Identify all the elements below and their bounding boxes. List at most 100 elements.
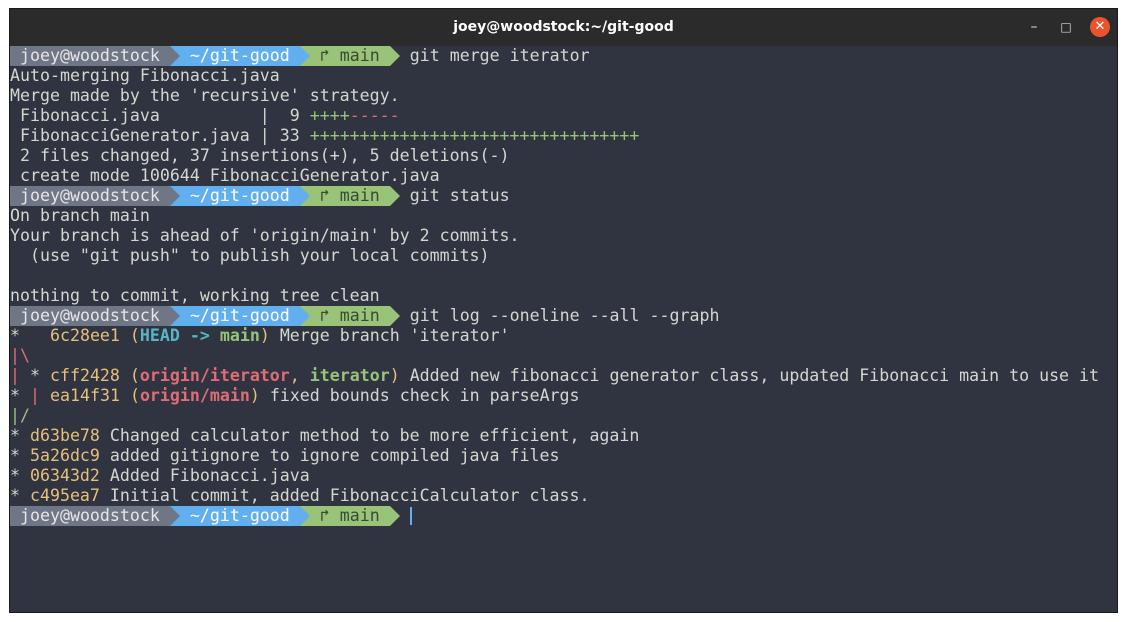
prompt-line: joey@woodstock ~/git-good ↱ main [10, 506, 1117, 526]
ref-remote: origin/main [139, 386, 250, 405]
prompt-separator-icon [169, 46, 180, 66]
prompt-branch: ↱ main [309, 506, 390, 526]
prompt-separator-icon [299, 46, 310, 66]
ref-paren: ) [249, 386, 260, 405]
prompt-user: joey@woodstock [10, 186, 170, 206]
prompt-user-text: joey@woodstock [20, 306, 160, 325]
output-line: On branch main [10, 206, 150, 225]
commit-message: Initial commit, added FibonacciCalculato… [99, 486, 590, 505]
prompt-dir: ~/git-good [179, 306, 300, 326]
ref-paren: ) [259, 326, 270, 345]
git-branch-icon: ↱ [319, 506, 330, 525]
ref-branch: main [219, 326, 260, 345]
diffstat-file: FibonacciGenerator.java | 33 [10, 126, 310, 145]
prompt-dir: ~/git-good [179, 46, 300, 66]
graph-edge: \ [20, 346, 30, 365]
graph-line: |\ [10, 346, 1117, 366]
minimize-button[interactable]: – [1024, 17, 1044, 37]
diffstat-file: Fibonacci.java | 9 [10, 106, 310, 125]
title-bar[interactable]: joey@woodstock:~/git-good – □ ✕ [10, 9, 1117, 46]
log-line: | * cff2428 (origin/iterator, iterator) … [10, 366, 1117, 386]
commit-message: Changed calculator method to be more eff… [99, 426, 640, 445]
diffstat-deletions: ----- [349, 106, 400, 125]
prompt-branch-text: main [339, 306, 380, 325]
commit-hash: 06343d2 [29, 466, 100, 485]
prompt-separator-icon [169, 186, 180, 206]
graph-edge: | [30, 386, 40, 405]
prompt-separator-icon [299, 306, 310, 326]
prompt-user-text: joey@woodstock [20, 46, 160, 65]
prompt-separator-icon [299, 506, 310, 526]
ref-paren: ( [129, 366, 140, 385]
maximize-button[interactable]: □ [1056, 17, 1076, 37]
prompt-dir-text: ~/git-good [189, 306, 290, 325]
commit-message: Added Fibonacci.java [99, 466, 310, 485]
prompt-user: joey@woodstock [10, 46, 170, 66]
commit-hash: c495ea7 [29, 486, 100, 505]
diffstat-line: FibonacciGenerator.java | 33 +++++++++++… [10, 126, 1117, 146]
prompt-separator-icon [169, 306, 180, 326]
prompt-branch: ↱ main [309, 46, 390, 66]
ref-branch: iterator [309, 366, 390, 385]
output-line: 2 files changed, 37 insertions(+), 5 del… [10, 146, 510, 165]
command-text: git status [409, 186, 510, 205]
git-branch-icon: ↱ [319, 306, 330, 325]
prompt-separator-icon [389, 46, 400, 66]
graph-node: * [10, 326, 20, 345]
prompt-line: joey@woodstock ~/git-good ↱ main git log… [10, 306, 1117, 326]
ref-paren: ( [129, 326, 140, 345]
close-button[interactable]: ✕ [1090, 17, 1110, 37]
terminal-window: joey@woodstock:~/git-good – □ ✕ joey@woo… [9, 8, 1118, 613]
graph-edge: | [10, 346, 20, 365]
prompt-branch-text: main [339, 46, 380, 65]
prompt-user-text: joey@woodstock [20, 186, 160, 205]
prompt-dir-text: ~/git-good [189, 186, 290, 205]
prompt-branch: ↱ main [309, 186, 390, 206]
log-line: * | ea14f31 (origin/main) fixed bounds c… [10, 386, 1117, 406]
command-text: git merge iterator [409, 46, 590, 65]
commit-hash: 5a26dc9 [29, 446, 100, 465]
prompt-separator-icon [389, 306, 400, 326]
graph-node: * [20, 366, 40, 385]
diffstat-line: Fibonacci.java | 9 ++++----- [10, 106, 1117, 126]
ref-head: HEAD -> [139, 326, 220, 345]
commit-message: fixed bounds check in parseArgs [259, 386, 580, 405]
ref-remote: origin/iterator [139, 366, 290, 385]
graph-edge: |/ [10, 406, 30, 425]
graph-edge: | [10, 366, 20, 385]
log-line: * 6c28ee1 (HEAD -> main) Merge branch 'i… [10, 326, 1117, 346]
ref-paren: ) [389, 366, 400, 385]
commit-message: added gitignore to ignore compiled java … [99, 446, 560, 465]
ref-separator: , [289, 366, 310, 385]
prompt-dir: ~/git-good [179, 186, 300, 206]
prompt-user-text: joey@woodstock [20, 506, 160, 525]
prompt-separator-icon [389, 506, 400, 526]
output-line: nothing to commit, working tree clean [10, 286, 380, 305]
command-text: git log --oneline --all --graph [409, 306, 720, 325]
output-line: Your branch is ahead of 'origin/main' by… [10, 226, 520, 245]
terminal-output[interactable]: joey@woodstock ~/git-good ↱ main git mer… [10, 46, 1117, 612]
prompt-dir: ~/git-good [179, 506, 300, 526]
prompt-user: joey@woodstock [10, 306, 170, 326]
commit-message: Merge branch 'iterator' [269, 326, 510, 345]
prompt-separator-icon [169, 506, 180, 526]
prompt-line: joey@woodstock ~/git-good ↱ main git sta… [10, 186, 1117, 206]
diffstat-insertions: ++++ [309, 106, 350, 125]
prompt-branch: ↱ main [309, 306, 390, 326]
commit-hash: cff2428 [49, 366, 120, 385]
prompt-line: joey@woodstock ~/git-good ↱ main git mer… [10, 46, 1117, 66]
output-line: create mode 100644 FibonacciGenerator.ja… [10, 166, 440, 185]
commit-hash: d63be78 [29, 426, 100, 445]
graph-node: * [10, 386, 20, 405]
log-line: * c495ea7 Initial commit, added Fibonacc… [10, 486, 590, 505]
prompt-separator-icon [389, 186, 400, 206]
diffstat-insertions: +++++++++++++++++++++++++++++++++ [309, 126, 640, 145]
prompt-branch-text: main [339, 506, 380, 525]
prompt-dir-text: ~/git-good [189, 46, 290, 65]
output-line: (use "git push" to publish your local co… [10, 246, 490, 265]
prompt-branch-text: main [339, 186, 380, 205]
log-line: * 06343d2 Added Fibonacci.java [10, 466, 310, 485]
ref-paren: ( [129, 386, 140, 405]
text-cursor[interactable] [409, 507, 412, 525]
